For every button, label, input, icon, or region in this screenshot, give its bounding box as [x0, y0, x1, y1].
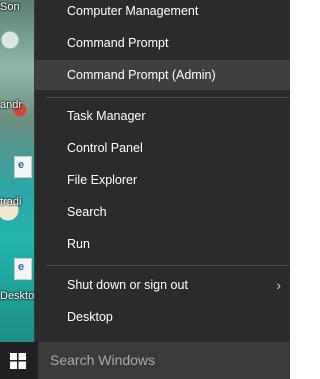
menu-item-command-prompt-admin[interactable]: Command Prompt (Admin)	[35, 60, 290, 90]
taskbar: Search Windows	[0, 342, 290, 379]
menu-item-file-explorer[interactable]: File Explorer	[35, 165, 290, 195]
menu-item-run[interactable]: Run	[35, 229, 290, 259]
desktop-label: tradi	[0, 196, 22, 208]
start-button[interactable]	[0, 342, 38, 379]
menu-item-task-manager[interactable]: Task Manager	[35, 101, 290, 131]
menu-item-shut-down-or-sign-out[interactable]: Shut down or sign out ›	[35, 270, 290, 300]
desktop-shortcut-icon[interactable]	[14, 258, 32, 280]
desktop-shortcut-icon[interactable]	[14, 156, 32, 178]
desktop-label: andr	[0, 99, 23, 111]
menu-item-control-panel[interactable]: Control Panel	[35, 133, 290, 163]
screen: Son andr tradi Desktop Computer Manageme…	[0, 0, 290, 379]
menu-item-command-prompt[interactable]: Command Prompt	[35, 28, 290, 58]
search-box[interactable]: Search Windows	[38, 342, 290, 379]
desktop-label: Son	[0, 1, 20, 13]
desktop-background: Son andr tradi Desktop	[0, 0, 40, 342]
power-user-menu: Computer Management Command Prompt Comma…	[34, 0, 290, 342]
search-placeholder: Search Windows	[50, 352, 156, 368]
menu-item-desktop[interactable]: Desktop	[35, 302, 290, 332]
menu-item-computer-management[interactable]: Computer Management	[35, 0, 290, 26]
windows-logo-icon	[10, 353, 26, 369]
menu-separator	[45, 97, 289, 98]
menu-separator	[45, 265, 289, 266]
menu-item-search[interactable]: Search	[35, 197, 290, 227]
menu-item-label: Shut down or sign out	[67, 278, 188, 292]
chevron-right-icon: ›	[276, 277, 281, 293]
